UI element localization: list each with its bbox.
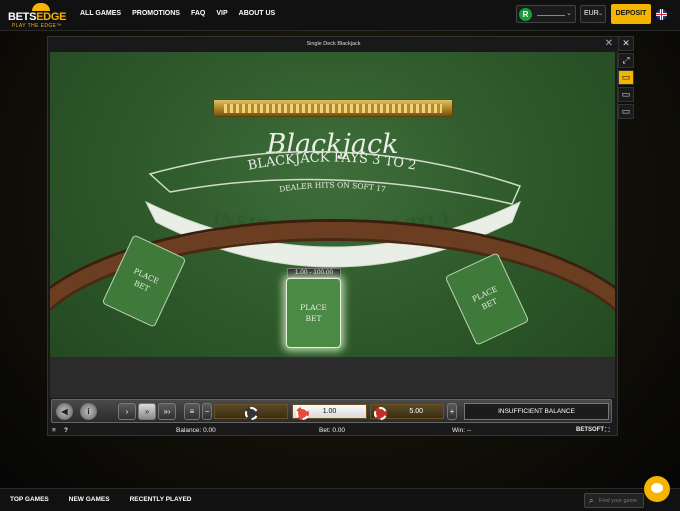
status-message: INSUFFICIENT BALANCE xyxy=(464,403,609,420)
game-window: Single Deck Blackjack ✕ Blackjack BLACKJ… xyxy=(47,36,619,436)
nav-promotions[interactable]: PROMOTIONS xyxy=(132,10,180,17)
balance-display: Balance: 0.00 xyxy=(176,427,216,434)
current-bet-field[interactable]: 1.00 xyxy=(292,404,367,420)
search-icon: ⌕ xyxy=(589,496,594,505)
bet-limits: 1.00 - 100.00 xyxy=(287,268,341,278)
split-view-icon[interactable]: ▭ xyxy=(618,104,634,119)
current-bet-value: 1.00 xyxy=(322,408,337,415)
recently-played-link[interactable]: RECENTLY PLAYED xyxy=(130,496,192,503)
casino-page: BETSEDGE PLAY THE EDGE™ ALL GAMES PROMOT… xyxy=(0,0,680,511)
min-bet-field[interactable] xyxy=(214,404,288,420)
chip-icon xyxy=(374,407,387,420)
chip-icon xyxy=(296,407,309,420)
nav-about-us[interactable]: ABOUT US xyxy=(239,10,276,17)
sun-icon xyxy=(32,3,50,11)
game-title-bar: Single Deck Blackjack ✕ xyxy=(48,37,619,51)
nav-faq[interactable]: FAQ xyxy=(191,10,205,17)
max-bet-value: 5.00 xyxy=(409,408,423,415)
sound-icon[interactable]: ◀ xyxy=(56,403,73,420)
logo-wordmark: BETSEDGE xyxy=(8,11,67,23)
close-icon[interactable]: ✕ xyxy=(605,38,613,50)
deposit-button[interactable]: DEPOSIT xyxy=(611,4,651,24)
fastest-forward-icon[interactable]: »› xyxy=(158,403,176,420)
account-selector[interactable]: R ⌄ xyxy=(516,5,576,23)
game-side-toolbar: ✕ ⤢ ▭ ▭ ▭ xyxy=(618,36,634,126)
blackjack-table: Blackjack BLACKJACK PAYS 3 TO 2 DEALER H… xyxy=(50,52,615,398)
top-games-link[interactable]: TOP GAMES xyxy=(10,496,49,503)
uk-flag-icon[interactable] xyxy=(656,9,667,20)
bottom-nav: TOP GAMES NEW GAMES RECENTLY PLAYED ⌕ xyxy=(0,488,680,511)
nav-all-games[interactable]: ALL GAMES xyxy=(80,10,121,17)
nav-vip[interactable]: VIP xyxy=(216,10,227,17)
help-icon[interactable]: ? xyxy=(64,425,68,436)
chevron-down-icon: ⌄ xyxy=(566,10,572,17)
win-display: Win: -- xyxy=(452,427,472,434)
game-status-line: ≡ ? Balance: 0.00 Bet: 0.00 Win: -- BETS… xyxy=(48,425,619,436)
chip-icon xyxy=(245,407,258,420)
chevron-down-icon: ⌄ xyxy=(597,11,603,17)
bet-spot-label: BET xyxy=(305,314,322,323)
betsedge-logo[interactable]: BETSEDGE PLAY THE EDGE™ xyxy=(8,3,74,29)
top-nav: BETSEDGE PLAY THE EDGE™ ALL GAMES PROMOT… xyxy=(0,0,680,31)
bet-spot-label: PLACE xyxy=(300,303,327,312)
search-input[interactable] xyxy=(599,495,643,506)
max-bet-field[interactable]: 5.00 xyxy=(370,404,444,420)
game-control-bar: ◀ i › » »› ≡ − 1.00 5.00 + INSUFFICIENT … xyxy=(51,399,612,423)
expand-icon[interactable]: ⤢ xyxy=(618,53,634,68)
currency-select[interactable]: EUR ⌄ xyxy=(580,5,606,23)
logo-tagline: PLAY THE EDGE™ xyxy=(12,23,62,29)
currency-label: EUR xyxy=(584,10,599,17)
play-icon[interactable]: › xyxy=(118,403,136,420)
main-nav: ALL GAMES PROMOTIONS FAQ VIP ABOUT US xyxy=(80,10,275,17)
chat-bubble-icon[interactable] xyxy=(644,476,670,502)
decrease-bet-button[interactable]: − xyxy=(202,403,212,420)
account-badge-icon: R xyxy=(519,8,532,21)
menu-icon[interactable]: ≡ xyxy=(52,425,56,436)
game-search: ⌕ xyxy=(584,493,644,508)
bet-display: Bet: 0.00 xyxy=(319,427,346,434)
monitor-icon[interactable]: ▭ xyxy=(618,87,634,102)
new-games-link[interactable]: NEW GAMES xyxy=(69,496,110,503)
bet-spot-center[interactable]: PLACE BET xyxy=(286,278,341,348)
increase-bet-button[interactable]: + xyxy=(447,403,457,420)
account-balance-placeholder xyxy=(537,15,565,16)
pays-text: BLACKJACK PAYS 3 TO 2 xyxy=(247,150,418,173)
fast-forward-icon[interactable]: » xyxy=(138,403,156,420)
close-icon[interactable]: ✕ xyxy=(618,36,634,51)
game-title: Single Deck Blackjack xyxy=(306,41,361,47)
betsoft-logo: BETSOFT xyxy=(576,427,604,433)
info-icon[interactable]: i xyxy=(80,403,97,420)
chip-stack-icon[interactable]: ≡ xyxy=(184,403,200,420)
desktop-view-icon[interactable]: ▭ xyxy=(618,70,634,85)
fullscreen-icon[interactable]: ⛶ xyxy=(605,425,610,436)
